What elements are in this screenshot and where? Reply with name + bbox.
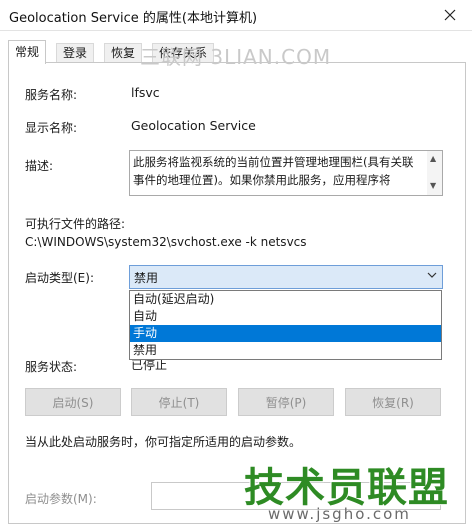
start-params-hint: 当从此处启动服务时，你可指定所适用的启动参数。 — [25, 435, 302, 449]
description-box[interactable]: 此服务将监视系统的当前位置并管理地理围栏(具有关联事件的地理位置)。如果你禁用此… — [129, 150, 443, 196]
service-name-value: lfsvc — [131, 85, 160, 100]
exe-path-label: 可执行文件的路径: — [25, 217, 126, 231]
tab-logon[interactable]: 登录 — [56, 43, 95, 63]
exe-path-value: C:\WINDOWS\system32\svchost.exe -k netsv… — [25, 235, 307, 249]
scroll-down-icon[interactable]: ▼ — [430, 181, 436, 190]
resume-button[interactable]: 恢复(R) — [345, 388, 441, 416]
startup-type-dropdown: 自动(延迟启动) 自动 手动 禁用 — [129, 290, 442, 360]
window-title: Geolocation Service 的属性(本地计算机) — [9, 11, 258, 26]
tab-recovery[interactable]: 恢复 — [104, 43, 143, 63]
service-name-label: 服务名称: — [25, 88, 78, 102]
startup-type-select[interactable]: 禁用 — [129, 265, 443, 289]
display-name-value: Geolocation Service — [131, 118, 256, 133]
description-label: 描述: — [25, 159, 54, 173]
scroll-up-icon[interactable]: ▲ — [430, 154, 436, 163]
chevron-down-icon — [427, 272, 437, 278]
option-auto-delayed[interactable]: 自动(延迟启动) — [130, 291, 441, 308]
option-manual[interactable]: 手动 — [130, 325, 441, 342]
description-text: 此服务将监视系统的当前位置并管理地理围栏(具有关联事件的地理位置)。如果你禁用此… — [133, 155, 414, 187]
option-disabled[interactable]: 禁用 — [130, 342, 441, 359]
watermark: 三联网 3LIAN.COM — [140, 45, 332, 69]
startup-type-value: 禁用 — [134, 271, 159, 285]
pause-button[interactable]: 暂停(P) — [238, 388, 334, 416]
startup-type-label: 启动类型(E): — [25, 271, 94, 285]
close-icon — [444, 9, 456, 21]
service-status-label: 服务状态: — [25, 360, 78, 374]
close-button[interactable] — [428, 0, 472, 30]
title-bar: Geolocation Service 的属性(本地计算机) — [0, 0, 472, 31]
display-name-label: 显示名称: — [25, 121, 78, 135]
site-logo-url: www.jsgho.com — [268, 505, 411, 523]
tab-general[interactable]: 常规 — [8, 40, 47, 64]
description-scrollbar[interactable]: ▲ ▼ — [427, 151, 442, 195]
option-auto[interactable]: 自动 — [130, 308, 441, 325]
start-params-label: 启动参数(M): — [25, 492, 97, 506]
start-button[interactable]: 启动(S) — [25, 388, 121, 416]
stop-button[interactable]: 停止(T) — [131, 388, 227, 416]
